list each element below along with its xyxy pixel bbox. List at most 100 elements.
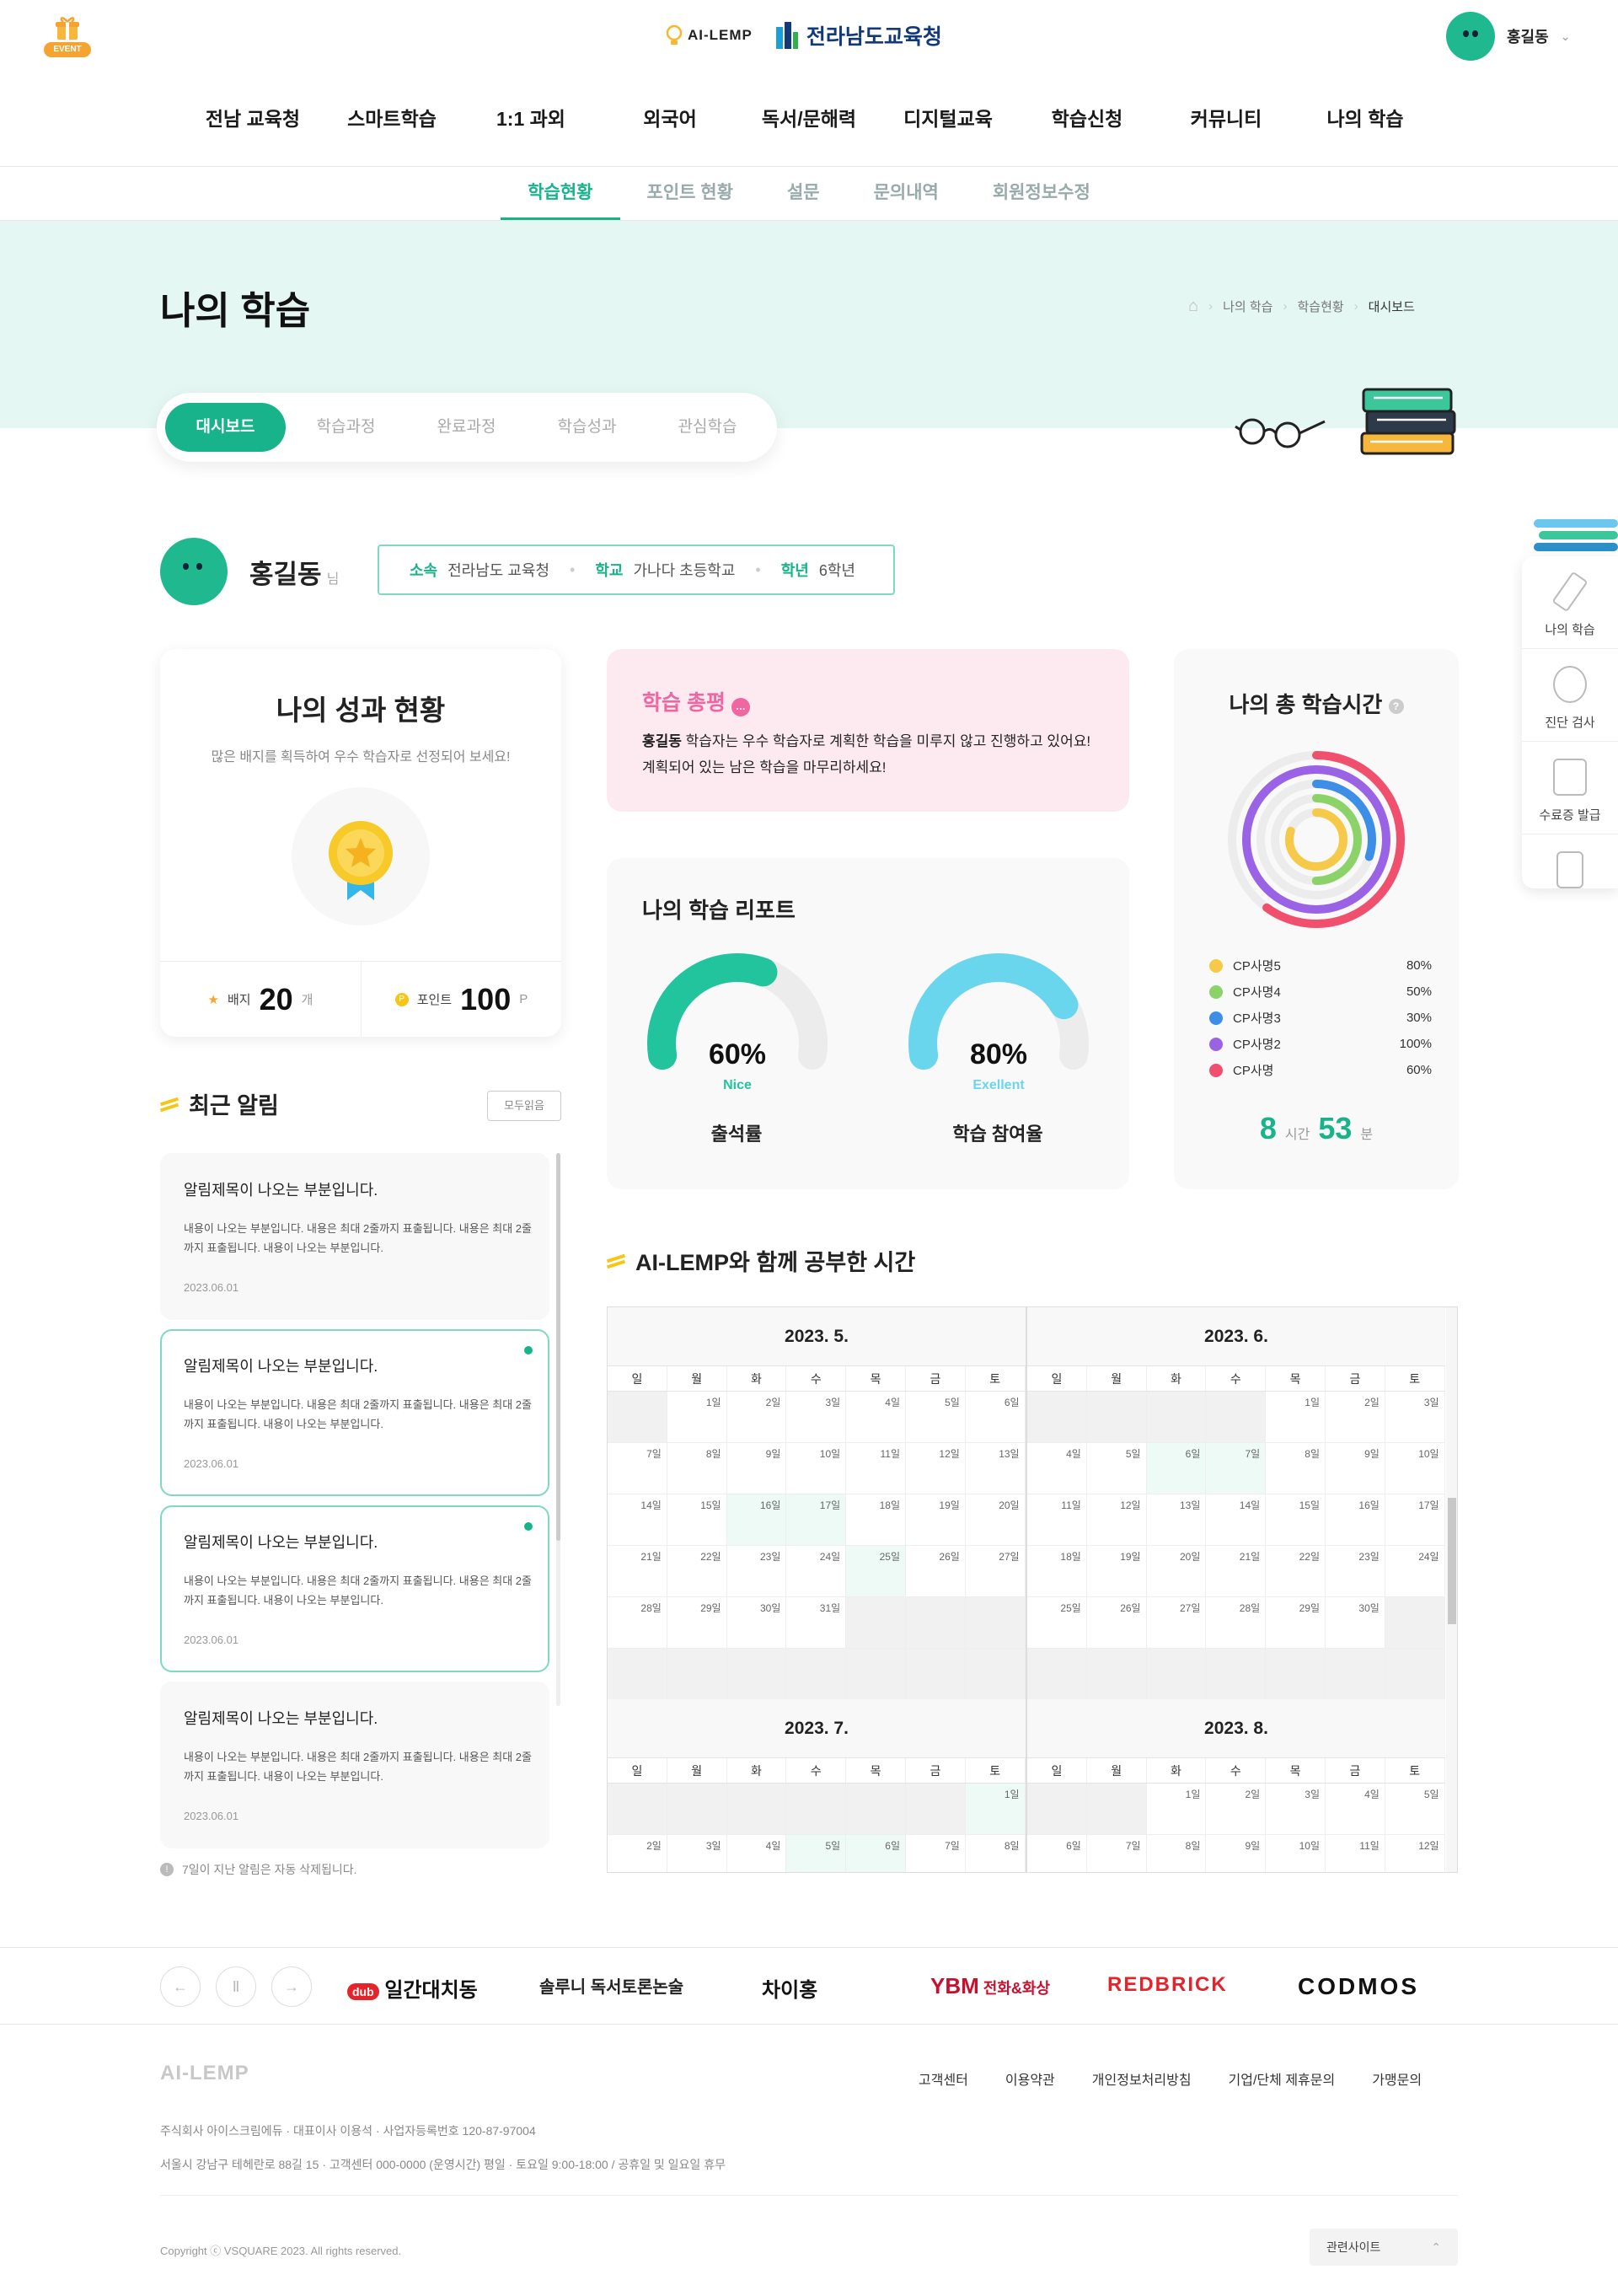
calendar-day[interactable]: 22일	[667, 1546, 727, 1597]
calendar-day[interactable]: 7일	[905, 1835, 966, 1872]
subnav-item-profile-edit[interactable]: 회원정보수정	[966, 167, 1117, 220]
calendar-day[interactable]: 25일	[1027, 1597, 1087, 1649]
tab-interests[interactable]: 관심학습	[647, 403, 768, 452]
calendar-day[interactable]: 10일	[786, 1443, 847, 1494]
footer-link[interactable]: 고객센터	[919, 2068, 968, 2089]
calendar-day[interactable]: 27일	[965, 1546, 1026, 1597]
calendar-day[interactable]: 14일	[608, 1494, 667, 1546]
calendar-day[interactable]: 21일	[608, 1546, 667, 1597]
notices-scrollbar[interactable]	[556, 1153, 560, 1706]
gnb-item[interactable]: 디지털교육	[879, 103, 1018, 131]
partner-logo[interactable]: YBM 전화&화상	[930, 1973, 1050, 1999]
calendar-day[interactable]: 4일	[726, 1835, 787, 1872]
calendar-day[interactable]: 28일	[608, 1597, 667, 1649]
calendar-day[interactable]: 11일	[846, 1443, 906, 1494]
tab-achievements[interactable]: 학습성과	[527, 403, 647, 452]
subnav-item-learning-status[interactable]: 학습현황	[501, 167, 620, 220]
event-button[interactable]: EVENT	[44, 13, 91, 61]
quick-menu-clipboard[interactable]	[1522, 834, 1618, 927]
calendar-day[interactable]: 17일	[786, 1494, 847, 1546]
calendar-day[interactable]: 26일	[905, 1546, 966, 1597]
calendar-day[interactable]: 28일	[1206, 1597, 1267, 1649]
gnb-item[interactable]: 스마트학습	[323, 103, 462, 131]
footer-link[interactable]: 개인정보처리방침	[1092, 2068, 1192, 2089]
calendar-day[interactable]: 19일	[905, 1494, 966, 1546]
calendar-day[interactable]: 18일	[1027, 1546, 1087, 1597]
calendar-day[interactable]: 4일	[1325, 1784, 1385, 1835]
home-icon[interactable]: ⌂	[1188, 297, 1198, 316]
notice-item[interactable]: 알림제목이 나오는 부분입니다. 내용이 나오는 부분입니다. 내용은 최대 2…	[160, 1682, 549, 1848]
gnb-item[interactable]: 독서/문해력	[740, 103, 879, 131]
notice-item[interactable]: 알림제목이 나오는 부분입니다. 내용이 나오는 부분입니다. 내용은 최대 2…	[160, 1329, 549, 1496]
calendar-day[interactable]: 16일	[726, 1494, 787, 1546]
calendar-day[interactable]: 3일	[1385, 1392, 1445, 1443]
next-arrow-icon[interactable]: →	[271, 1966, 312, 2007]
calendar-day[interactable]: 20일	[1146, 1546, 1207, 1597]
calendar-day[interactable]: 3일	[667, 1835, 727, 1872]
calendar-day[interactable]: 5일	[1086, 1443, 1147, 1494]
footer-logo[interactable]: AI-LEMP	[160, 2062, 249, 2085]
calendar-day[interactable]: 1일	[1266, 1392, 1326, 1443]
gnb-item[interactable]: 나의 학습	[1296, 103, 1435, 131]
calendar-day[interactable]: 5일	[1385, 1784, 1445, 1835]
calendar-day[interactable]: 13일	[965, 1443, 1026, 1494]
ai-lemp-logo[interactable]: AI-LEMP	[666, 24, 753, 46]
calendar-day[interactable]: 11일	[1027, 1494, 1087, 1546]
calendar-day[interactable]: 12일	[1385, 1835, 1445, 1872]
calendar-day[interactable]: 29일	[667, 1597, 727, 1649]
calendar-day[interactable]: 4일	[1027, 1443, 1087, 1494]
calendar-day[interactable]: 19일	[1086, 1546, 1147, 1597]
calendar-day[interactable]: 26일	[1086, 1597, 1147, 1649]
calendar-day[interactable]: 8일	[1266, 1443, 1326, 1494]
gnb-item[interactable]: 외국어	[601, 103, 740, 131]
calendar-day[interactable]: 14일	[1206, 1494, 1267, 1546]
calendar-day[interactable]: 2일	[726, 1392, 787, 1443]
calendar-day[interactable]: 7일	[1086, 1835, 1147, 1872]
calendar-day[interactable]: 8일	[667, 1443, 727, 1494]
calendar-day[interactable]: 8일	[1146, 1835, 1207, 1872]
footer-link[interactable]: 기업/단체 제휴문의	[1229, 2068, 1336, 2089]
calendar-day[interactable]: 25일	[846, 1546, 906, 1597]
calendar-day[interactable]: 12일	[905, 1443, 966, 1494]
calendar-day[interactable]: 29일	[1266, 1597, 1326, 1649]
partner-logo[interactable]: CODMOS	[1298, 1973, 1419, 2000]
calendar-day[interactable]: 1일	[1146, 1784, 1207, 1835]
subnav-item-points[interactable]: 포인트 현황	[620, 167, 760, 220]
calendar-day[interactable]: 27일	[1146, 1597, 1207, 1649]
calendar-day[interactable]: 6일	[846, 1835, 906, 1872]
calendar-day[interactable]: 9일	[726, 1443, 787, 1494]
calendar-day[interactable]: 4일	[846, 1392, 906, 1443]
calendar-day[interactable]: 7일	[1206, 1443, 1267, 1494]
calendar-day[interactable]: 8일	[965, 1835, 1026, 1872]
calendar-day[interactable]: 20일	[965, 1494, 1026, 1546]
calendar-day[interactable]: 10일	[1385, 1443, 1445, 1494]
footer-link[interactable]: 가맹문의	[1372, 2068, 1422, 2089]
gnb-item[interactable]: 1:1 과외	[462, 103, 601, 131]
calendar-day[interactable]: 22일	[1266, 1546, 1326, 1597]
calendar-day[interactable]: 17일	[1385, 1494, 1445, 1546]
quick-menu-my-learning[interactable]: 나의 학습	[1522, 556, 1618, 649]
calendar-day[interactable]: 15일	[667, 1494, 727, 1546]
calendar-day[interactable]: 18일	[846, 1494, 906, 1546]
calendar-day[interactable]: 6일	[1146, 1443, 1207, 1494]
calendar-day[interactable]: 13일	[1146, 1494, 1207, 1546]
calendar-day[interactable]: 9일	[1206, 1835, 1267, 1872]
calendar-day[interactable]: 12일	[1086, 1494, 1147, 1546]
tab-courses[interactable]: 학습과정	[286, 403, 406, 452]
calendar-day[interactable]: 21일	[1206, 1546, 1267, 1597]
partner-logo[interactable]: REDBRICK	[1107, 1973, 1228, 1997]
calendar-day[interactable]: 5일	[786, 1835, 847, 1872]
quick-menu-certificate[interactable]: 수료증 발급	[1522, 742, 1618, 834]
calendar-scrollbar[interactable]	[1446, 1307, 1457, 1872]
logo-group[interactable]: AI-LEMP 전라남도교육청	[666, 19, 942, 52]
prev-arrow-icon[interactable]: ←	[160, 1966, 201, 2007]
calendar-day[interactable]: 6일	[965, 1392, 1026, 1443]
quick-menu-diagnosis[interactable]: 진단 검사	[1522, 649, 1618, 742]
user-menu[interactable]: 홍길동 ⌄	[1446, 12, 1570, 61]
calendar-day[interactable]: 24일	[786, 1546, 847, 1597]
pause-icon[interactable]: Ⅱ	[216, 1966, 256, 2007]
partner-logo[interactable]: dub 일간대치동	[347, 1973, 478, 2003]
subnav-item-inquiries[interactable]: 문의내역	[847, 167, 966, 220]
breadcrumb-item[interactable]: 학습현황	[1297, 298, 1343, 315]
related-sites-select[interactable]: 관련사이트 ⌃	[1310, 2229, 1458, 2266]
